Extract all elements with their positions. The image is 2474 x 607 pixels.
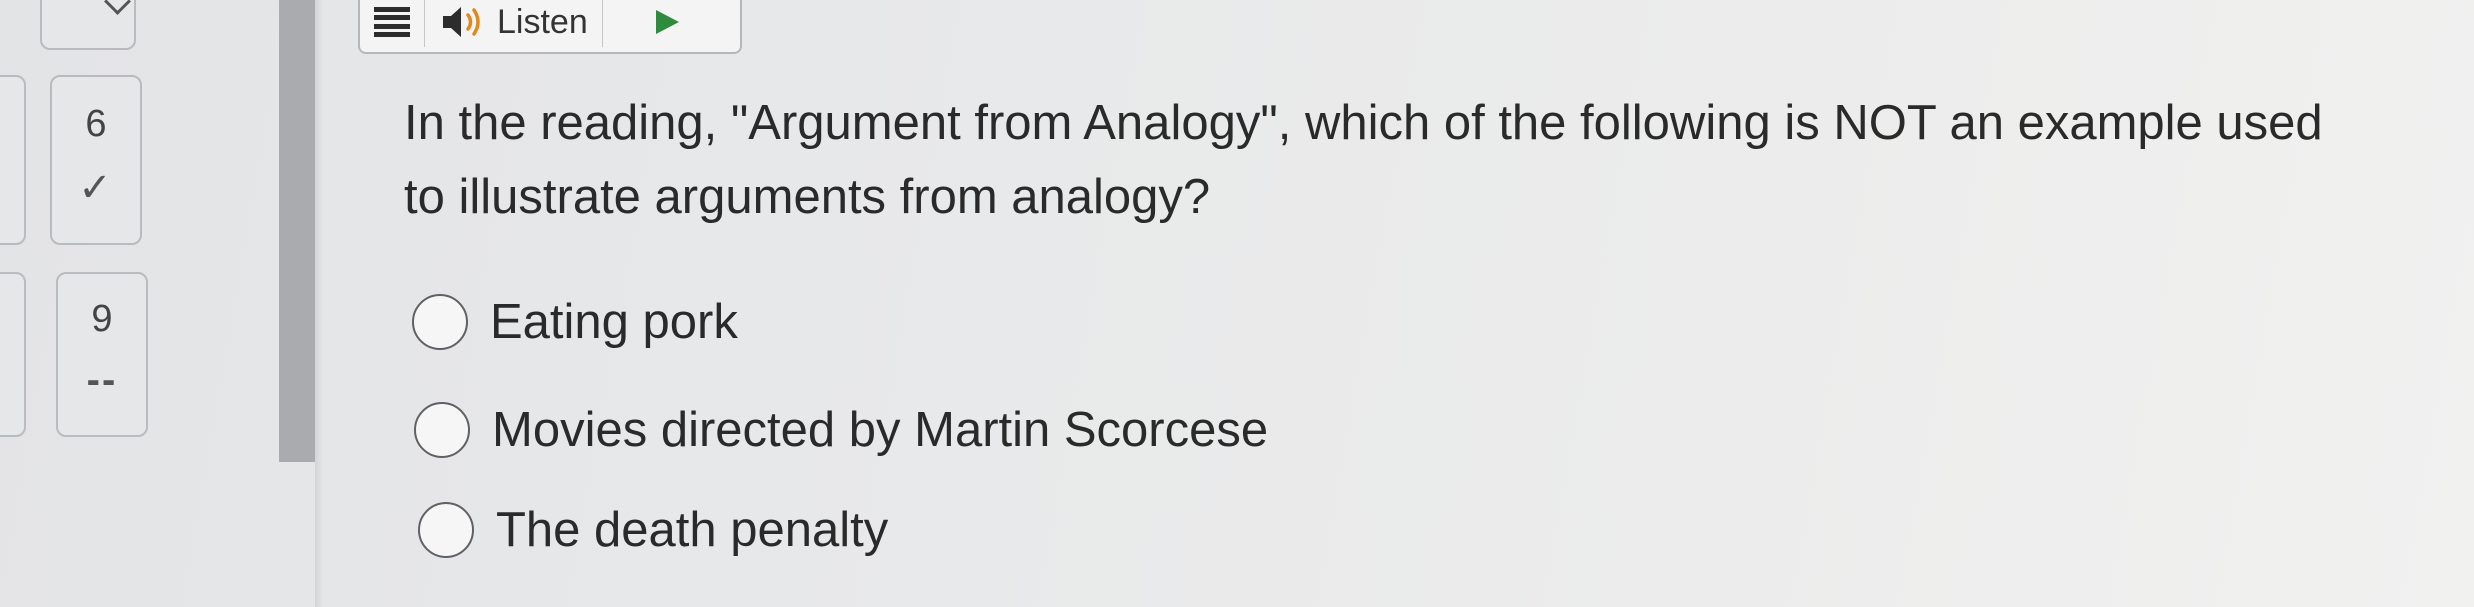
question-nav-card-partial[interactable] (0, 75, 26, 245)
listen-label: Listen (497, 2, 588, 41)
answer-option-label[interactable]: The death penalty (496, 502, 888, 558)
listen-button[interactable]: Listen (441, 3, 588, 42)
radio-button[interactable] (414, 402, 470, 458)
question-nav-card-partial[interactable] (0, 272, 26, 437)
question-nav-item-9[interactable]: 9 -- (56, 272, 148, 437)
checkmark-icon: ✓ (78, 166, 114, 210)
answer-option-eating-pork[interactable]: Eating pork (412, 294, 738, 350)
question-nav-number: 9 (91, 298, 113, 340)
navigator-scrollbar[interactable] (279, 0, 315, 462)
menu-icon[interactable] (374, 7, 410, 37)
chevron-down-icon (104, 0, 131, 15)
answer-option-death-penalty[interactable]: The death penalty (418, 502, 888, 558)
question-nav-number: 6 (85, 103, 107, 145)
question-nav-item-6[interactable]: 6 ✓ (50, 75, 142, 245)
toolbar-divider (424, 0, 425, 47)
question-nav-card-previous[interactable] (40, 0, 136, 50)
answer-option-label[interactable]: Eating pork (490, 294, 738, 350)
answer-option-martin-scorcese[interactable]: Movies directed by Martin Scorcese (414, 402, 1268, 458)
play-button[interactable] (635, 7, 699, 37)
divider-shadow (315, 0, 323, 607)
question-text: In the reading, "Argument from Analogy",… (404, 96, 2323, 224)
radio-button[interactable] (412, 294, 468, 350)
listen-toolbar: Listen (358, 0, 742, 54)
speaker-icon (443, 7, 480, 37)
radio-button[interactable] (418, 502, 474, 558)
answer-option-label[interactable]: Movies directed by Martin Scorcese (492, 402, 1268, 458)
play-icon (655, 10, 679, 34)
toolbar-divider (601, 0, 603, 47)
unanswered-dash-icon: -- (86, 358, 118, 402)
